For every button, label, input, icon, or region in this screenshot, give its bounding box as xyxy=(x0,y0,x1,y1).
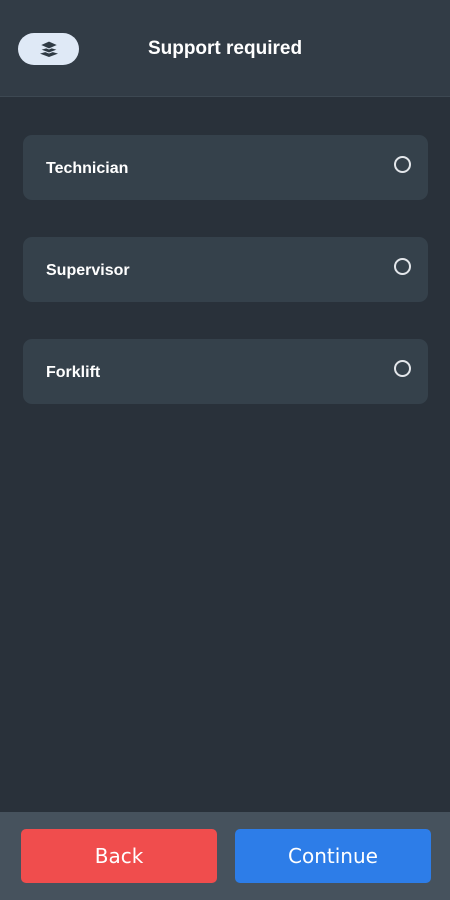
app-header: Support required xyxy=(0,0,450,97)
option-label: Supervisor xyxy=(46,262,130,279)
page-title: Support required xyxy=(147,38,303,59)
back-button[interactable]: Back xyxy=(21,829,217,883)
option-forklift[interactable]: Forklift xyxy=(23,339,428,404)
continue-button[interactable]: Continue xyxy=(235,829,431,883)
footer-bar: Back Continue xyxy=(0,812,450,900)
option-label: Technician xyxy=(46,160,129,177)
option-label: Forklift xyxy=(46,364,101,381)
option-supervisor[interactable]: Supervisor xyxy=(23,237,428,302)
option-list: Technician Supervisor Forklift xyxy=(23,135,428,441)
radio-button[interactable] xyxy=(394,258,411,275)
option-technician[interactable]: Technician xyxy=(23,135,428,200)
radio-button[interactable] xyxy=(394,360,411,377)
radio-button[interactable] xyxy=(394,156,411,173)
